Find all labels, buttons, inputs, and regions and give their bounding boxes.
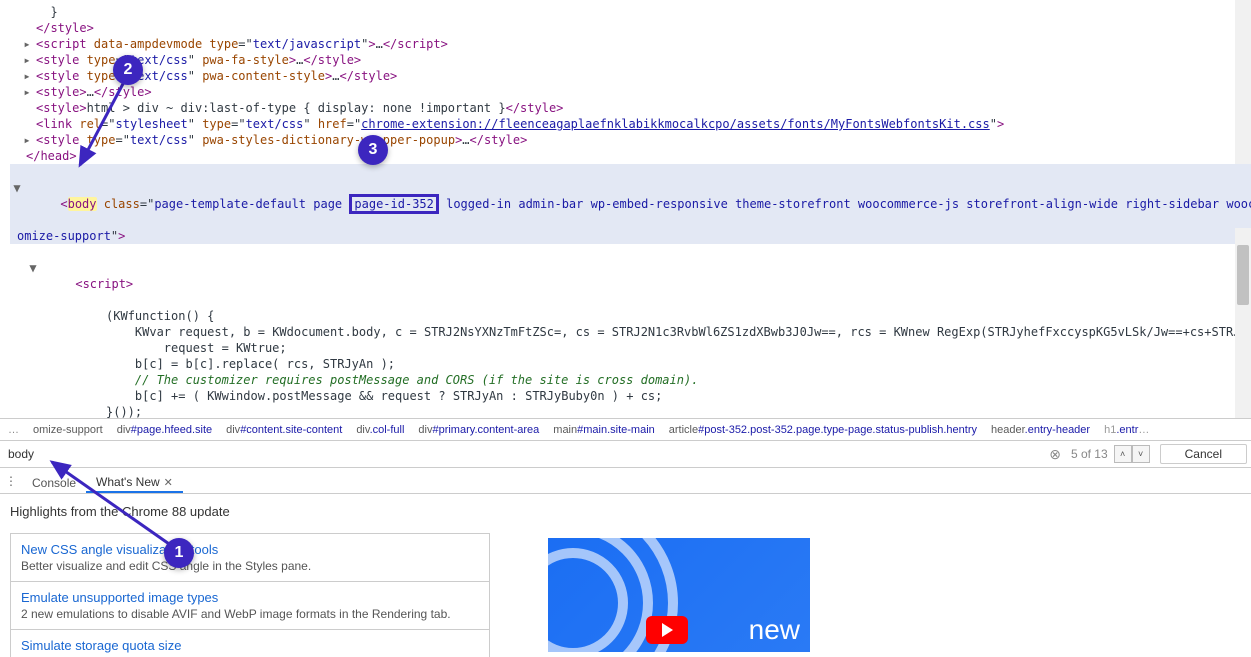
whats-new-panel: Highlights from the Chrome 88 update New… [0,494,1251,657]
dom-node-body[interactable]: ▼ <body class="page-template-default pag… [10,164,1251,228]
expand-caret[interactable]: ▼ [12,180,22,196]
dom-node-script[interactable]: ▼ <script> [10,244,1251,308]
script-line: (KWfunction() { [10,308,1251,324]
expand-caret[interactable]: ▸ [22,132,32,148]
expand-caret[interactable]: ▸ [22,52,32,68]
breadcrumb-item[interactable]: omize-support [33,424,103,436]
card-description: Better visualize and edit CSS angle in t… [21,559,479,573]
whats-new-card[interactable]: Simulate storage quota size [11,630,489,657]
play-icon[interactable] [646,616,688,644]
script-line: }()); [10,404,1251,418]
card-title[interactable]: Emulate unsupported image types [21,590,479,605]
search-input[interactable] [4,445,1045,463]
video-thumbnail[interactable]: new [548,538,810,652]
dom-node[interactable]: ▸<style type="text/css" pwa-fa-style>…</… [10,52,1251,68]
cancel-button[interactable]: Cancel [1160,444,1247,464]
search-next-button[interactable]: ˅ [1132,445,1150,463]
dom-node[interactable]: } [10,4,1251,20]
search-prev-button[interactable]: ˄ [1114,445,1132,463]
search-count: 5 of 13 [1065,447,1114,461]
dom-node[interactable]: ▸<script data-ampdevmode type="text/java… [10,36,1251,52]
expand-caret[interactable]: ▼ [28,260,38,276]
card-description: 2 new emulations to disable AVIF and Web… [21,607,479,621]
whats-new-card[interactable]: New CSS angle visualization tools Better … [11,534,489,582]
breadcrumb-item[interactable]: article#post-352.post-352.page.type-page… [669,424,977,436]
kebab-menu-icon[interactable]: ⋮ [0,468,22,493]
whats-new-card[interactable]: Emulate unsupported image types 2 new emu… [11,582,489,630]
breadcrumb-item[interactable]: div#page.hfeed.site [117,424,212,436]
clear-search-icon[interactable]: ⊗ [1045,446,1065,463]
breadcrumb-item[interactable]: header.entry-header [991,424,1090,436]
drawer-tabs: ⋮ Console What's New✕ [0,468,1251,494]
expand-caret[interactable]: ▸ [22,68,32,84]
dom-node-body-wrap[interactable]: omize-support"> [10,228,1251,244]
script-line: // The customizer requires postMessage a… [10,372,1251,388]
script-line: request = KWtrue; [10,340,1251,356]
breadcrumb-bar[interactable]: … omize-support div#page.hfeed.site div#… [0,418,1251,440]
dom-node[interactable]: <link rel="stylesheet" type="text/css" h… [10,116,1251,132]
expand-caret[interactable]: ▸ [22,84,32,100]
script-line: b[c] += ( KWwindow.postMessage && reques… [10,388,1251,404]
dom-node[interactable]: <style>html > div ~ div:last-of-type { d… [10,100,1251,116]
breadcrumb-item[interactable]: h1.entr… [1104,424,1149,436]
expand-caret[interactable]: ▸ [22,36,32,52]
dom-node[interactable]: ▸<style>…</style> [10,84,1251,100]
script-line: b[c] = b[c].replace( rcs, STRJyAn ); [10,356,1251,372]
breadcrumb-overflow[interactable]: … [8,424,19,436]
video-caption: new [749,614,800,646]
whats-new-heading: Highlights from the Chrome 88 update [10,504,500,519]
search-bar: ⊗ 5 of 13 ˄ ˅ Cancel [0,440,1251,468]
dom-tree-panel[interactable]: }</style>▸<script data-ampdevmode type="… [0,0,1251,418]
page-id-highlight: page-id-352 [349,194,438,214]
dom-node[interactable]: </style> [10,20,1251,36]
tab-console[interactable]: Console [22,468,86,493]
dom-node[interactable]: ▸<style type="text/css" pwa-content-styl… [10,68,1251,84]
breadcrumb-item[interactable]: div#content.site-content [226,424,342,436]
dom-node[interactable]: ▸<style type="text/css" pwa-styles-dicti… [10,132,1251,148]
tab-whats-new[interactable]: What's New✕ [86,468,183,493]
breadcrumb-item[interactable]: div.col-full [356,424,404,436]
card-title[interactable]: Simulate storage quota size [21,638,479,653]
dom-node[interactable]: </head> [10,148,1251,164]
breadcrumb-item[interactable]: main#main.site-main [553,424,655,436]
script-line: KWvar request, b = KWdocument.body, c = … [10,324,1251,340]
close-icon[interactable]: ✕ [164,476,173,489]
breadcrumb-item[interactable]: div#primary.content-area [418,424,539,436]
body-tag-highlight: body [68,197,97,211]
card-title[interactable]: New CSS angle visualization tools [21,542,479,557]
